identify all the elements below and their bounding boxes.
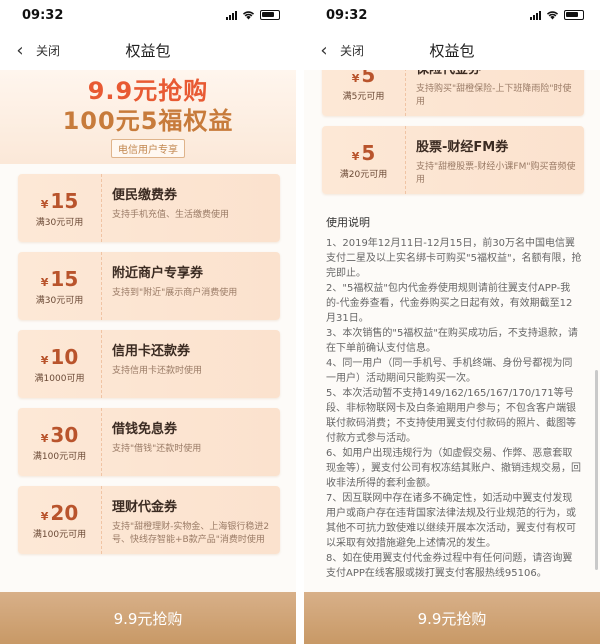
coupon-amount: ¥15 满30元可用: [18, 252, 102, 320]
coupon-desc: 支持购买"甜橙保险-上下班降雨险"时使用: [416, 84, 572, 107]
coupon-card[interactable]: ¥15 满30元可用 附近商户专享券支持到"附近"展示商户消费使用: [18, 252, 280, 320]
usage-item: 1、2019年12月11日-12月15日，前30万名中国电信翼支付二星及以上实名…: [326, 238, 582, 279]
coupon-currency: ¥: [40, 431, 49, 445]
buy-button[interactable]: 9.9元抢购: [0, 592, 296, 644]
coupon-name: 信用卡还款券: [112, 344, 191, 359]
nav-bar: ‹ 关闭 权益包: [0, 30, 296, 70]
coupon-desc: 支持"借钱"还款时使用: [112, 444, 202, 454]
coupon-desc: 支持"甜橙股票-财经小课FM"购买音频使用: [416, 162, 576, 185]
nav-bar: ‹ 关闭 权益包: [304, 30, 600, 70]
coupon-card[interactable]: ¥5 满20元可用 股票-财经FM券支持"甜橙股票-财经小课FM"购买音频使用: [322, 126, 584, 194]
coupon-amount: ¥10 满1000可用: [18, 330, 102, 398]
usage-item: 7、因互联网中存在诸多不确定性，如活动中翼支付发现用户或商户存在违背国家法律法规…: [326, 493, 576, 549]
coupon-amount: ¥5 满5元可用: [322, 70, 406, 116]
coupon-card[interactable]: ¥5 满5元可用 保险代金券支持购买"甜橙保险-上下班降雨险"时使用: [322, 70, 584, 116]
coupon-currency: ¥: [40, 509, 49, 523]
battery-icon: [260, 10, 280, 20]
coupon-desc: 支持手机充值、生活缴费使用: [112, 210, 230, 220]
coupon-currency: ¥: [40, 275, 49, 289]
coupon-amount: ¥15 满30元可用: [18, 174, 102, 242]
content-scroll[interactable]: 9.9元抢购 100元5福权益 电信用户专享 ¥15 满30元可用 便民缴费券支持手…: [0, 70, 296, 644]
coupon-card[interactable]: ¥30 满100元可用 借钱免息券支持"借钱"还款时使用: [18, 408, 280, 476]
coupon-desc: 支持信用卡还款时使用: [112, 366, 203, 376]
usage-title: 使用说明: [326, 216, 370, 229]
coupon-condition: 满20元可用: [339, 169, 388, 180]
right-screen: 09:32 ‹ 关闭 权益包 ¥5 满5元可用 保险代金券支持购买"甜橙保险-上下班…: [304, 0, 600, 644]
coupon-name: 保险代金券: [416, 70, 576, 77]
left-screen: 09:32 ‹ 关闭 权益包 9.9元抢购 100元5福权益 电信用户专享 ¥1…: [0, 0, 296, 644]
coupon-value: 5: [361, 140, 376, 165]
coupon-condition: 满100元可用: [32, 451, 87, 462]
coupon-value: 15: [50, 266, 79, 291]
coupon-card[interactable]: ¥15 满30元可用 便民缴费券支持手机充值、生活缴费使用: [18, 174, 280, 242]
usage-item: 8、如在使用翼支付代金券过程中有任何问题，请咨询翼支付APP在线客服或拨打翼支付…: [326, 553, 573, 579]
coupon-value: 20: [50, 500, 79, 525]
coupon-currency: ¥: [40, 353, 49, 367]
coupon-value: 15: [50, 188, 79, 213]
coupon-name: 便民缴费券: [112, 188, 178, 203]
close-button[interactable]: 关闭: [340, 42, 364, 59]
coupon-condition: 满1000可用: [34, 373, 85, 384]
status-time: 09:32: [22, 7, 64, 23]
coupon-condition: 满30元可用: [35, 295, 84, 306]
coupon-currency: ¥: [40, 197, 49, 211]
coupon-value: 30: [50, 422, 79, 447]
content-scroll[interactable]: ¥5 满5元可用 保险代金券支持购买"甜橙保险-上下班降雨险"时使用 ¥5 满20元可用…: [304, 70, 600, 644]
coupon-value: 10: [50, 344, 79, 369]
usage-item: 2、"5福权益"包内代金券使用规则请前往翼支付APP-我的-代金券查看，代金券购…: [326, 283, 573, 324]
coupon-value: 5: [361, 70, 376, 87]
usage-instructions: 使用说明 1、2019年12月11日-12月15日，前30万名中国电信翼支付二星…: [304, 204, 600, 581]
buy-button[interactable]: 9.9元抢购: [304, 592, 600, 644]
usage-item: 3、本次销售的"5福权益"在购买成功后，不支持退款，请在下单前确认支付信息。: [326, 328, 578, 354]
coupon-name: 借钱免息券: [112, 422, 178, 437]
coupon-card[interactable]: ¥20 满100元可用 理财代金券支持"甜橙理财-实物金、上海银行稳进2号、快线存智…: [18, 486, 280, 554]
hero-tag: 电信用户专享: [111, 139, 185, 158]
coupon-desc: 支持"甜橙理财-实物金、上海银行稳进2号、快线存智能+B款产品"消费时使用: [112, 522, 270, 545]
coupon-card[interactable]: ¥10 满1000可用 信用卡还款券支持信用卡还款时使用: [18, 330, 280, 398]
coupon-amount: ¥5 满20元可用: [322, 126, 406, 194]
status-bar: 09:32: [0, 0, 296, 30]
coupon-name: 附近商户专享券: [112, 266, 204, 281]
wifi-icon: [242, 11, 255, 20]
back-icon[interactable]: ‹: [310, 40, 338, 61]
coupon-name: 股票-财经FM券: [416, 140, 509, 155]
coupon-condition: 满5元可用: [342, 91, 385, 102]
signal-icon: [530, 10, 541, 20]
usage-item: 5、本次活动暂不支持149/162/165/167/170/171等号段、非标物…: [326, 388, 576, 444]
hero-subtitle: 100元5福权益: [62, 107, 234, 135]
coupon-desc: 支持到"附近"展示商户消费使用: [112, 288, 238, 298]
coupon-currency: ¥: [351, 71, 360, 85]
signal-icon: [226, 10, 237, 20]
coupon-name: 理财代金券: [112, 500, 178, 515]
close-button[interactable]: 关闭: [36, 42, 60, 59]
usage-item: 6、如用户出现违规行为（如虚假交易、作弊、恶意套取现金等），翼支付公司有权冻结其…: [326, 448, 581, 489]
coupon-condition: 满30元可用: [35, 217, 84, 228]
scrollbar[interactable]: [595, 370, 598, 570]
coupon-amount: ¥20 满100元可用: [18, 486, 102, 554]
usage-item: 4、同一用户（同一手机号、手机终端、身份号都视为同一用户）活动期间只能购买一次。: [326, 358, 573, 384]
coupon-list: ¥15 满30元可用 便民缴费券 支持手机充值、生活缴费使用 ¥15 满30元可用 附近商户…: [0, 164, 296, 554]
hero-banner: 9.9元抢购 100元5福权益 电信用户专享: [0, 70, 296, 164]
hero-price: 9.9元抢购: [87, 77, 209, 105]
status-time: 09:32: [326, 7, 368, 23]
coupon-amount: ¥30 满100元可用: [18, 408, 102, 476]
coupon-list: ¥5 满5元可用 保险代金券支持购买"甜橙保险-上下班降雨险"时使用 ¥5 满20元可用…: [304, 70, 600, 194]
coupon-currency: ¥: [351, 149, 360, 163]
wifi-icon: [546, 11, 559, 20]
battery-icon: [564, 10, 584, 20]
coupon-condition: 满100元可用: [32, 529, 87, 540]
status-bar: 09:32: [304, 0, 600, 30]
back-icon[interactable]: ‹: [6, 40, 34, 61]
